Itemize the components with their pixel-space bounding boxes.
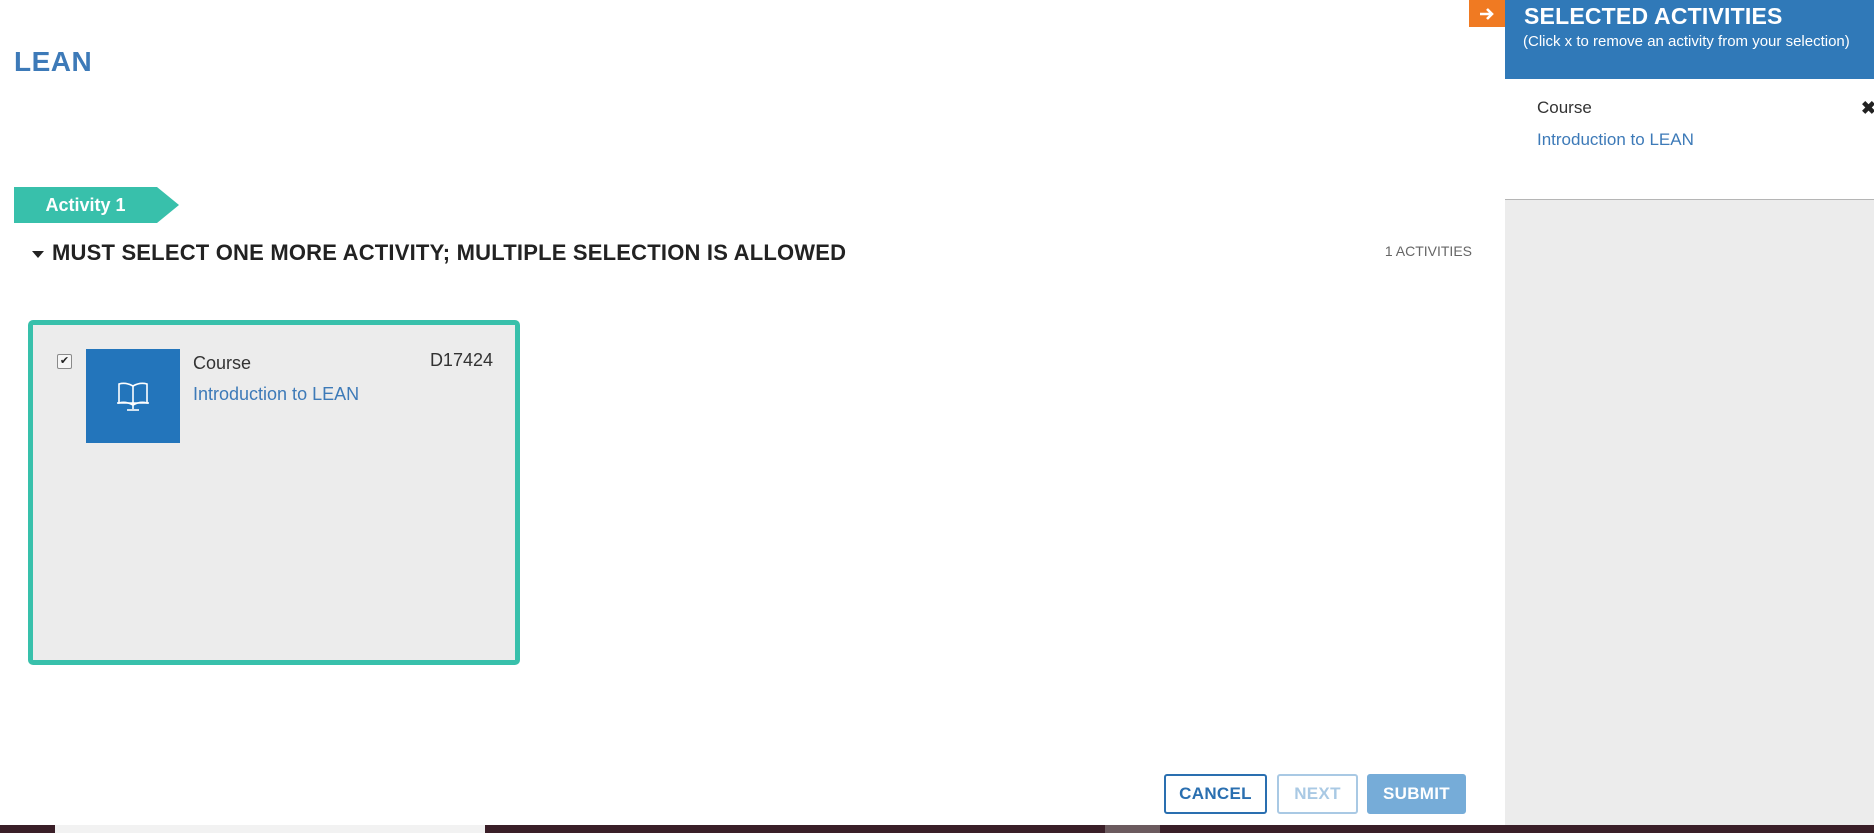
arrow-right-glyph <box>1480 7 1494 20</box>
selected-item: Course Introduction to LEAN ✖ <box>1505 79 1874 200</box>
panel-title: SELECTED ACTIVITIES <box>1524 3 1783 29</box>
group-title: MUST SELECT ONE MORE ACTIVITY; MULTIPLE … <box>52 240 847 265</box>
selected-activities-panel: SELECTED ACTIVITIES (Click x to remove a… <box>1505 0 1874 825</box>
activity-title-link[interactable]: Introduction to LEAN <box>193 384 359 405</box>
next-button[interactable]: NEXT <box>1277 774 1358 814</box>
page-title: LEAN <box>14 46 93 77</box>
submit-button[interactable]: SUBMIT <box>1367 774 1466 814</box>
taskbar-window <box>1105 825 1160 833</box>
activity-tag-arrow <box>157 187 179 223</box>
cancel-button[interactable]: CANCEL <box>1164 774 1267 814</box>
selected-item-title-link[interactable]: Introduction to LEAN <box>1537 130 1694 150</box>
activity-tag-label: Activity 1 <box>14 187 157 223</box>
arrow-right-icon[interactable] <box>1469 0 1505 27</box>
book-monitor-icon <box>117 382 149 411</box>
panel-subtitle: (Click x to remove an activity from your… <box>1523 33 1850 50</box>
close-icon[interactable]: ✖ <box>1861 98 1874 119</box>
activity-count: 1 ACTIVITIES <box>1384 243 1472 259</box>
course-thumbnail <box>86 349 180 443</box>
activity-card[interactable]: ✔ Course D17424 Introduction to LEAN <box>28 320 520 665</box>
main-content: LEAN Activity 1 MUST SELECT ONE MORE ACT… <box>0 0 1505 825</box>
activity-type: Course <box>193 353 252 373</box>
panel-header: SELECTED ACTIVITIES (Click x to remove a… <box>1505 0 1874 79</box>
activity-code: D17424 <box>429 350 493 370</box>
selected-item-type: Course <box>1537 98 1592 117</box>
taskbar-strip <box>0 825 1874 833</box>
activity-tag: Activity 1 <box>14 187 179 223</box>
caret-down-icon[interactable] <box>32 250 44 258</box>
taskbar-window <box>55 825 485 833</box>
activity-checkbox[interactable]: ✔ <box>57 354 72 369</box>
group-header[interactable]: MUST SELECT ONE MORE ACTIVITY; MULTIPLE … <box>32 240 846 266</box>
